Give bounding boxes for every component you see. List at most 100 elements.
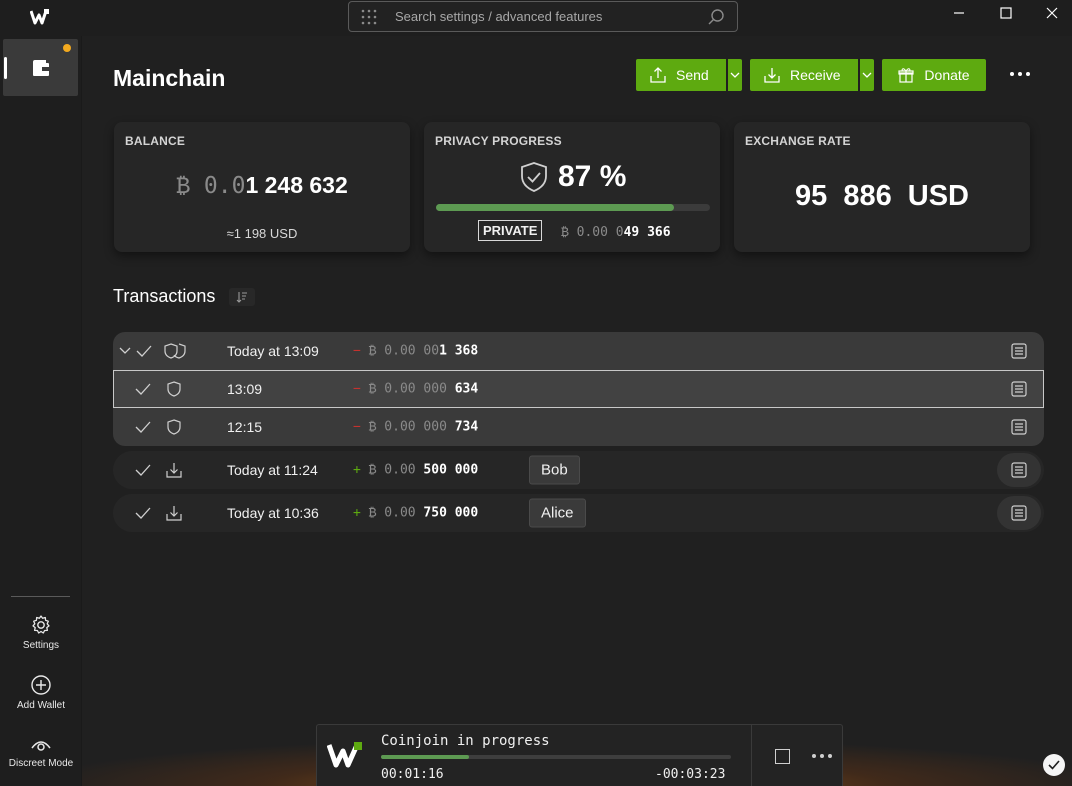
balance-amount: ₿ 0.01 248 632 [176, 172, 348, 199]
sidebar: Settings Add Wallet Discreet Mode [0, 36, 82, 786]
minimize-button[interactable] [936, 2, 982, 24]
maximize-button[interactable] [983, 2, 1029, 24]
shield-check-icon [521, 162, 547, 192]
document-icon [1011, 462, 1027, 478]
upload-icon [650, 67, 666, 83]
balance-usd: ≈1 198 USD [226, 226, 298, 241]
coinjoin-elapsed: 00:01:16 [381, 767, 444, 782]
sidebar-item-wallet[interactable] [3, 39, 78, 96]
receive-button[interactable]: Receive [750, 59, 858, 91]
tx-amount: + ₿ 0.00 750 000 [353, 505, 479, 521]
page-title: Mainchain [113, 65, 226, 91]
table-row[interactable]: 13:09 − ₿ 0.00 000 634 [113, 370, 1044, 408]
plus-circle-icon [31, 675, 51, 695]
sidebar-item-label: Settings [22, 640, 60, 651]
tx-amount: − ₿ 0.00 000 634 [353, 381, 479, 397]
tx-date: Today at 10:36 [227, 505, 319, 521]
tx-date: 12:15 [227, 419, 263, 435]
tx-amount: − ₿ 0.00 001 368 [353, 343, 479, 359]
download-icon [764, 68, 780, 83]
tx-details-button[interactable] [997, 410, 1041, 444]
active-indicator [4, 57, 7, 79]
confirmed-check-icon [135, 421, 151, 433]
status-check-icon[interactable] [1043, 754, 1065, 776]
tx-details-button[interactable] [997, 334, 1041, 368]
sidebar-item-label: Add Wallet [17, 700, 65, 711]
shield-icon [167, 419, 181, 435]
coinjoin-shield-icon [164, 343, 186, 359]
divider [751, 725, 752, 786]
gear-icon [32, 615, 50, 634]
tx-date: Today at 13:09 [227, 343, 319, 359]
title-bar: Search settings / advanced features [0, 0, 1072, 36]
table-row[interactable]: Today at 13:09 − ₿ 0.00 001 368 [113, 332, 1044, 370]
confirmed-check-icon [136, 345, 152, 357]
tx-amount: + ₿ 0.00 500 000 [353, 462, 479, 478]
search-icon[interactable] [707, 8, 725, 26]
send-button[interactable]: Send [636, 59, 726, 91]
more-options-icon[interactable] [811, 749, 833, 763]
check-icon [1048, 760, 1060, 770]
private-amount: ₿ 0.00 049 366 [561, 225, 671, 240]
coinjoin-remaining: -00:03:23 [655, 767, 726, 782]
download-icon [166, 463, 182, 478]
confirmed-check-icon [135, 464, 151, 476]
tx-date: 13:09 [227, 381, 263, 397]
privacy-progress-bar [436, 204, 710, 211]
receive-split-button: Receive [750, 59, 874, 91]
send-options-button[interactable] [728, 59, 742, 91]
wasabi-logo-icon [30, 9, 49, 25]
balance-title: BALANCE [125, 134, 186, 148]
tx-amount: − ₿ 0.00 000 734 [353, 419, 479, 435]
close-icon [1046, 7, 1058, 19]
exchange-rate-value: 95 886 USD [795, 180, 969, 212]
receive-options-button[interactable] [860, 59, 874, 91]
tx-label-chip: Bob [529, 455, 580, 485]
document-icon [1011, 343, 1027, 359]
minimize-icon [954, 12, 964, 14]
sort-button[interactable] [229, 287, 256, 306]
gift-icon [898, 68, 915, 83]
eye-icon [31, 741, 51, 751]
document-icon [1011, 505, 1027, 521]
sidebar-item-discreet-mode[interactable]: Discreet Mode [0, 736, 82, 769]
sidebar-divider [11, 596, 70, 597]
chevron-down-icon[interactable] [119, 347, 131, 355]
privacy-percent: 87 % [520, 160, 626, 194]
donate-button[interactable]: Donate [882, 59, 986, 91]
chevron-down-icon [862, 72, 872, 78]
tx-date: Today at 11:24 [227, 462, 318, 478]
maximize-icon [1000, 7, 1012, 19]
private-badge: PRIVATE [478, 220, 543, 241]
coinjoin-status-bar: Coinjoin in progress 00:01:16 -00:03:23 [316, 724, 843, 786]
transactions-header: Transactions [113, 286, 256, 307]
table-row[interactable]: Today at 10:36 + ₿ 0.00 750 000 Alice [113, 494, 1044, 532]
sort-descending-icon [236, 291, 248, 303]
sidebar-item-label: Discreet Mode [8, 758, 74, 769]
privacy-progress-card: PRIVACY PROGRESS 87 % PRIVATE ₿ 0.00 049… [424, 122, 720, 252]
sidebar-item-add-wallet[interactable]: Add Wallet [0, 674, 82, 711]
send-split-button: Send [636, 59, 742, 91]
table-row[interactable]: 12:15 − ₿ 0.00 000 734 [113, 408, 1044, 446]
coinjoin-progress-fill [381, 755, 469, 759]
tx-details-button[interactable] [997, 496, 1041, 530]
privacy-title: PRIVACY PROGRESS [435, 134, 562, 148]
main-content: Mainchain Send Receive Donate BALANCE ₿ … [82, 36, 1072, 786]
more-options-icon[interactable] [1008, 66, 1032, 82]
download-icon [166, 506, 182, 521]
document-icon [1011, 419, 1027, 435]
stop-coinjoin-button[interactable] [775, 749, 790, 764]
grid-dots-icon [361, 9, 377, 24]
exchange-rate-card: EXCHANGE RATE 95 886 USD [734, 122, 1030, 252]
table-row[interactable]: Today at 11:24 + ₿ 0.00 500 000 Bob [113, 451, 1044, 489]
coinjoin-title: Coinjoin in progress [381, 733, 550, 749]
coinjoin-progress-bar [381, 755, 731, 759]
search-input[interactable]: Search settings / advanced features [395, 9, 707, 24]
sidebar-item-settings[interactable]: Settings [0, 614, 82, 651]
document-icon [1011, 381, 1027, 397]
search-box[interactable]: Search settings / advanced features [348, 1, 738, 32]
tx-details-button[interactable] [997, 453, 1041, 487]
tx-details-button[interactable] [997, 372, 1041, 406]
tx-label-chip: Alice [529, 498, 586, 528]
close-button[interactable] [1029, 2, 1072, 24]
